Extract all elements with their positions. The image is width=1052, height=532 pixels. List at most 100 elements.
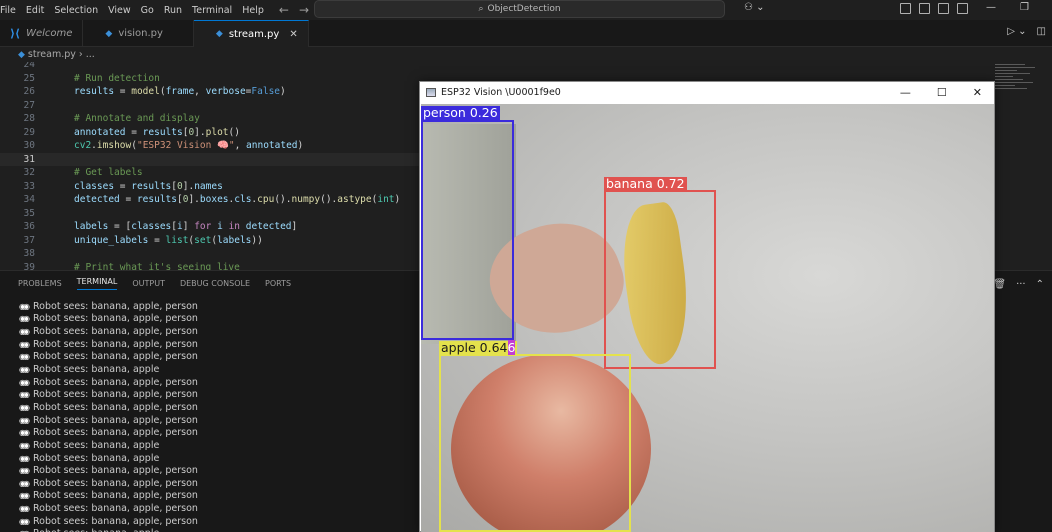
eyes-icon: ◉◉: [19, 466, 30, 476]
terminal-text: Robot sees: banana, apple, person: [33, 389, 198, 401]
menu-view[interactable]: View: [103, 5, 136, 16]
maximize-icon[interactable]: ☐: [937, 86, 947, 99]
menu-edit[interactable]: Edit: [21, 5, 49, 16]
copilot-icon[interactable]: ⚇ ⌄: [744, 2, 765, 13]
restore-icon[interactable]: ❐: [1020, 2, 1029, 13]
terminal-line: ◉◉Robot sees: banana, apple: [19, 528, 198, 532]
line-number: 32: [23, 167, 35, 179]
code-line[interactable]: 28 # Annotate and display: [0, 112, 420, 126]
terminal-line: ◉◉ Robot sees: banana, apple, person: [19, 376, 198, 389]
terminal-line: ◉◉ Robot sees: banana, apple, person: [19, 477, 198, 490]
line-number: 35: [23, 207, 35, 219]
run-icon[interactable]: ▷ ⌄: [1007, 26, 1026, 37]
tab-terminal[interactable]: TERMINAL: [76, 277, 118, 290]
split-editor-icon[interactable]: ◫: [1037, 26, 1046, 37]
eyes-icon: ◉◉: [19, 478, 30, 488]
code-line[interactable]: 37 unique_labels = list(set(labels)): [0, 234, 420, 248]
menu-go[interactable]: Go: [136, 5, 159, 16]
tab-ports[interactable]: PORTS: [265, 279, 291, 288]
command-center-search[interactable]: ⌕ ObjectDetection: [314, 0, 725, 18]
terminal-output[interactable]: ◉◉ Robot sees: banana, apple, person ◉◉ Rob…: [19, 300, 198, 532]
line-number: 30: [23, 140, 35, 152]
line-number: 26: [23, 86, 35, 98]
title-bar: File Edit Selection View Go Run Terminal…: [0, 0, 1052, 20]
tab-stream-py[interactable]: ◆ stream.py ✕: [193, 20, 309, 47]
menu-help[interactable]: Help: [237, 5, 269, 16]
breadcrumb-rest[interactable]: ...: [86, 49, 95, 60]
toggle-secondary-sidebar-icon[interactable]: [957, 3, 968, 14]
line-number: 34: [23, 194, 35, 206]
chevron-up-icon[interactable]: ⌃: [1036, 279, 1044, 290]
chevron-right-icon: ›: [78, 49, 83, 60]
panel-actions: 🗑 ··· ⌃: [993, 279, 1044, 290]
code-text: classes = results[0].names: [74, 180, 223, 192]
breadcrumb-file[interactable]: stream.py: [28, 49, 76, 60]
tab-welcome[interactable]: ⟩⟨ Welcome: [0, 20, 84, 47]
line-number: 31: [23, 153, 35, 165]
terminal-text: Robot sees: banana, apple: [33, 439, 160, 451]
line-number: 37: [23, 234, 35, 246]
code-line[interactable]: 38: [0, 247, 420, 261]
code-line[interactable]: 27: [0, 99, 420, 113]
tab-vision-py[interactable]: ◆ vision.py: [83, 20, 194, 47]
tab-output[interactable]: OUTPUT: [132, 279, 165, 288]
eyes-icon: ◉◉: [19, 453, 30, 463]
code-text: # Print what it's seeing live: [74, 261, 240, 270]
code-line[interactable]: 24: [0, 62, 420, 72]
toggle-sidebar-icon[interactable]: [919, 3, 930, 14]
terminal-text: Robot sees: banana, apple, person: [33, 477, 198, 489]
code-line[interactable]: 31: [0, 152, 420, 166]
menu-terminal[interactable]: Terminal: [187, 5, 237, 16]
trash-icon[interactable]: 🗑: [993, 279, 1006, 290]
terminal-line: ◉◉ Robot sees: banana, apple, person: [19, 490, 198, 503]
code-line[interactable]: 33 classes = results[0].names: [0, 180, 420, 194]
code-line[interactable]: 25 # Run detection: [0, 72, 420, 86]
tab-debug-console[interactable]: DEBUG CONSOLE: [180, 279, 250, 288]
close-icon[interactable]: ✕: [973, 86, 982, 99]
camera-frame: person 0.26 banana 0.72 apple 0.646: [421, 104, 994, 532]
line-number: 36: [23, 221, 35, 233]
window-controls: — ❐: [986, 2, 1029, 13]
menu-file[interactable]: File: [0, 5, 21, 16]
menu-bar: File Edit Selection View Go Run Terminal…: [0, 5, 269, 16]
banana-label: banana 0.72: [604, 176, 687, 191]
menu-run[interactable]: Run: [159, 5, 187, 16]
code-text: # Run detection: [74, 72, 160, 84]
close-icon[interactable]: ✕: [289, 29, 297, 40]
eyes-icon: ◉◉: [19, 301, 30, 311]
person-label: person 0.26: [421, 105, 500, 120]
nav-arrows: ← →: [279, 3, 309, 17]
minimap[interactable]: [995, 62, 1045, 122]
terminal-text: Robot sees: banana, apple, person: [33, 427, 198, 439]
code-line[interactable]: 35: [0, 207, 420, 221]
forward-arrow-icon[interactable]: →: [299, 3, 309, 17]
line-number: 29: [23, 126, 35, 138]
code-line[interactable]: 29 annotated = results[0].plot(): [0, 126, 420, 140]
code-line[interactable]: 39 # Print what it's seeing live: [0, 261, 420, 270]
terminal-line: ◉◉ Robot sees: banana, apple, person: [19, 313, 198, 326]
python-file-icon: ◆: [215, 29, 223, 39]
minimize-icon[interactable]: —: [900, 86, 911, 99]
toggle-panel-icon[interactable]: [938, 3, 949, 14]
menu-selection[interactable]: Selection: [49, 5, 103, 16]
back-arrow-icon[interactable]: ←: [279, 3, 289, 17]
terminal-text: Robot sees: banana, apple, person: [33, 376, 198, 388]
code-text: annotated = results[0].plot(): [74, 126, 240, 138]
esp32-vision-window[interactable]: ESP32 Vision \U0001f9e0 — ☐ ✕ person 0.2…: [419, 81, 995, 532]
tab-problems[interactable]: PROBLEMS: [18, 279, 62, 288]
customize-layout-icon[interactable]: [900, 3, 911, 14]
code-line[interactable]: 26 results = model(frame, verbose=False): [0, 85, 420, 99]
code-line[interactable]: 30 cv2.imshow("ESP32 Vision 🧠", annotated…: [0, 139, 420, 153]
eyes-icon: ◉◉: [19, 352, 30, 362]
code-line[interactable]: 34 detected = results[0].boxes.cls.cpu().…: [0, 193, 420, 207]
eyes-icon: ◉◉: [19, 504, 30, 514]
terminal-text: Robot sees: banana, apple, person: [33, 338, 198, 350]
minimize-icon[interactable]: —: [986, 2, 996, 13]
code-line[interactable]: 32 # Get labels: [0, 166, 420, 180]
code-line[interactable]: 36 labels = [classes[i] for i in detected…: [0, 220, 420, 234]
app-icon: [426, 88, 436, 97]
more-actions-icon[interactable]: ···: [1016, 279, 1026, 290]
banana-bounding-box: [604, 190, 716, 369]
code-text: results = model(frame, verbose=False): [74, 86, 286, 98]
terminal-text: Robot sees: banana, apple, person: [33, 515, 198, 527]
